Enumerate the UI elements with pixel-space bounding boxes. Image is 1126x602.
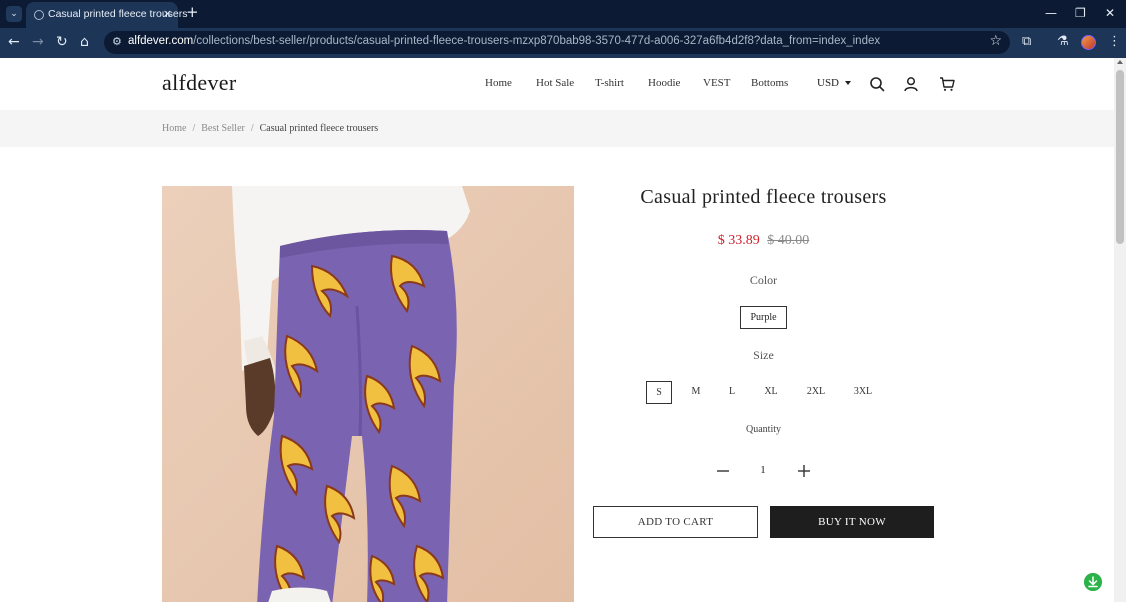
color-label: Color	[749, 273, 778, 287]
url-text[interactable]: alfdever.com/collections/best-seller/pro…	[128, 35, 880, 47]
browser-tab-bar: ⌄ Casual printed fleece trousers × + — ❐…	[0, 0, 1126, 28]
scrollbar-thumb[interactable]	[1116, 70, 1124, 244]
size-option-3xl[interactable]: 3XL	[848, 381, 878, 404]
breadcrumb-bar: Home / Best Seller / Casual printed fleece t…	[0, 110, 1114, 147]
breadcrumb-separator: /	[250, 123, 254, 134]
page-scrollbar[interactable]	[1114, 58, 1126, 602]
labs-flask-icon[interactable]: ⚗	[1057, 34, 1069, 49]
size-option-2xl[interactable]: 2XL	[801, 381, 831, 404]
product-title: Casual printed fleece trousers	[640, 186, 887, 208]
caret-down-icon	[845, 81, 852, 86]
nav-hoodie[interactable]: Hoodie	[648, 77, 680, 89]
reload-icon[interactable]: ↻	[56, 34, 68, 50]
address-bar[interactable]: ⚙ alfdever.com/collections/best-seller/p…	[104, 31, 1010, 54]
site-header: alfdever Home Hot Sale T-shirt Hoodie VE…	[0, 58, 1114, 110]
product-photo-illustration	[162, 186, 574, 602]
url-host: alfdever.com	[128, 35, 194, 47]
color-option-purple[interactable]: Purple	[740, 306, 787, 329]
size-option-m[interactable]: M	[685, 381, 707, 404]
size-option-xl[interactable]: XL	[758, 381, 784, 404]
forward-arrow-icon[interactable]: →	[32, 34, 44, 50]
minimize-window-icon[interactable]: —	[1045, 6, 1057, 20]
extensions-puzzle-icon[interactable]: ⧉	[1022, 34, 1031, 49]
nav-hot-sale[interactable]: Hot Sale	[536, 77, 574, 89]
sale-price: $ 33.89	[717, 233, 760, 248]
browser-tab-active[interactable]: Casual printed fleece trousers ×	[26, 2, 188, 28]
currency-selector[interactable]: USD	[817, 77, 852, 89]
breadcrumb: Home / Best Seller / Casual printed fleece t…	[162, 123, 378, 134]
browser-menu-icon[interactable]: ⋮	[1108, 34, 1121, 49]
add-to-cart-button[interactable]: ADD TO CART	[593, 506, 758, 538]
quantity-label: Quantity	[746, 424, 781, 435]
site-info-icon[interactable]: ⚙	[112, 35, 122, 48]
breadcrumb-separator: /	[192, 123, 196, 134]
quantity-decrease-icon[interactable]	[712, 460, 734, 482]
browser-toolbar: ← → ↻ ⌂ ⚙ alfdever.com/collections/best-…	[0, 28, 1126, 58]
cart-icon[interactable]	[939, 76, 955, 92]
tab-close-icon[interactable]: ×	[163, 7, 172, 20]
currency-label: USD	[817, 77, 840, 89]
buy-now-button[interactable]: BUY IT NOW	[770, 506, 934, 538]
back-arrow-icon[interactable]: ←	[8, 34, 20, 50]
breadcrumb-best-seller[interactable]: Best Seller	[201, 123, 245, 134]
restore-window-icon[interactable]: ❐	[1075, 6, 1086, 20]
breadcrumb-current: Casual printed fleece trousers	[259, 123, 379, 134]
nav-t-shirt[interactable]: T-shirt	[595, 77, 624, 89]
size-option-s[interactable]: S	[646, 381, 672, 404]
original-price: $ 40.00	[767, 233, 810, 248]
site-logo[interactable]: alfdever	[162, 70, 236, 96]
scroll-up-arrow-icon[interactable]	[1117, 60, 1123, 64]
site-favicon-icon	[34, 10, 44, 20]
new-tab-icon[interactable]: +	[186, 5, 199, 20]
bookmark-star-icon[interactable]: ☆	[989, 33, 1002, 49]
url-path: /collections/best-seller/products/casual…	[193, 35, 881, 47]
product-image[interactable]	[162, 186, 574, 602]
tab-search-chevron-icon[interactable]: ⌄	[6, 6, 22, 22]
nav-bottoms[interactable]: Bottoms	[751, 77, 788, 89]
quantity-increase-icon[interactable]	[793, 460, 815, 482]
floating-download-badge-icon[interactable]	[1084, 573, 1102, 591]
home-icon[interactable]: ⌂	[80, 34, 89, 50]
price-row: $ 33.89 $ 40.00	[593, 233, 934, 249]
breadcrumb-home[interactable]: Home	[162, 123, 186, 134]
search-icon[interactable]	[869, 76, 885, 92]
page-viewport: alfdever Home Hot Sale T-shirt Hoodie VE…	[0, 58, 1114, 602]
nav-home[interactable]: Home	[485, 77, 512, 89]
size-label: Size	[753, 348, 774, 362]
profile-avatar[interactable]	[1081, 35, 1096, 50]
close-window-icon[interactable]: ✕	[1105, 6, 1115, 20]
nav-vest[interactable]: VEST	[703, 77, 731, 89]
quantity-value[interactable]: 1	[752, 464, 774, 476]
account-user-icon[interactable]	[903, 76, 919, 92]
size-option-l[interactable]: L	[721, 381, 743, 404]
